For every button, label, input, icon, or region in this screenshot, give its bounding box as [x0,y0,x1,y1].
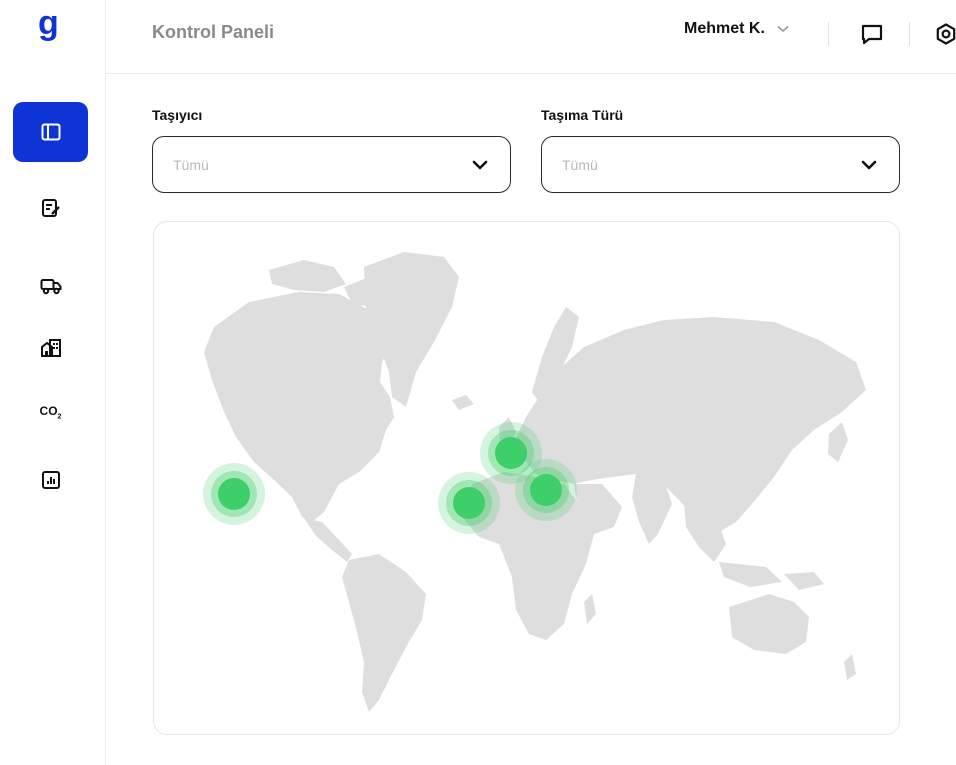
sidebar-item-warehouses[interactable] [13,318,88,378]
header-divider [828,22,829,46]
buildings-icon [40,339,61,357]
co2-icon: CO2 [39,403,62,421]
sidebar-layout-icon [41,123,60,141]
sidebar: g CO2 [0,0,106,765]
carrier-filter-label: Taşıyıcı [152,107,203,123]
svg-text:g: g [38,4,59,42]
sidebar-item-reports[interactable] [13,450,88,510]
land-new-guinea [784,572,824,590]
edit-document-icon [41,199,60,217]
land-indonesia [719,562,782,587]
chat-icon [861,24,883,45]
land-south-america [342,554,426,712]
transport-type-select-value: Tümü [562,156,598,173]
marker-west-africa[interactable] [438,472,500,534]
sidebar-item-carriers[interactable] [13,256,88,316]
world-map[interactable] [154,222,900,735]
page-title: Kontrol Paneli [152,22,275,42]
land-arctic-islands [269,260,346,292]
land-madagascar [584,594,596,624]
user-menu[interactable]: Mehmet K. [684,20,789,38]
chevron-down-icon [777,25,789,33]
land-iceland [452,395,474,410]
carrier-select[interactable]: Tümü [152,136,511,193]
land-australia [729,594,809,654]
sidebar-item-shipments[interactable] [13,178,88,238]
messages-button[interactable] [858,20,886,48]
bar-chart-icon [41,471,60,489]
marker-east-mediterranean[interactable] [515,459,577,521]
land-central-america [304,518,352,562]
top-header: Kontrol Paneli Mehmet K. [106,0,956,74]
marker-north-america-west[interactable] [203,463,265,525]
brand-logo[interactable]: g [34,4,74,48]
transport-type-filter-label: Taşıma Türü [541,107,624,123]
user-name: Mehmet K. [684,20,765,37]
truck-icon [40,279,61,295]
land-japan [828,422,848,462]
world-map-card [153,221,900,735]
carrier-select-value: Tümü [173,156,209,173]
sidebar-item-emissions[interactable]: CO2 [13,382,88,442]
settings-icon [936,23,956,45]
chevron-down-icon [472,160,488,169]
sidebar-item-dashboard[interactable] [13,102,88,162]
chevron-down-icon [861,160,877,169]
transport-type-select[interactable]: Tümü [541,136,900,193]
header-divider [909,22,910,46]
settings-button[interactable] [932,20,956,48]
land-new-zealand [844,654,856,680]
